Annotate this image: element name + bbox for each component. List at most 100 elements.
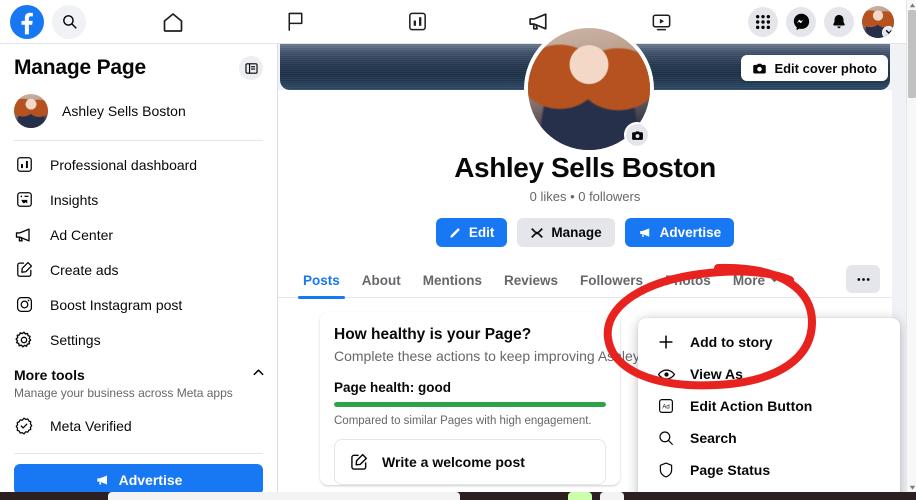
tab-mentions[interactable]: Mentions (412, 263, 493, 298)
menu-item-label: Edit Action Button (690, 398, 813, 414)
menu-item-page-status[interactable]: Page Status (646, 454, 892, 486)
advertise-button-label: Advertise (659, 225, 722, 240)
pencil-square-icon (14, 260, 34, 280)
sidebar-item-label: Professional dashboard (50, 156, 198, 173)
edit-cover-photo-button[interactable]: Edit cover photo (741, 55, 888, 81)
caret-up-icon[interactable] (907, 0, 916, 10)
sidebar-item-settings[interactable]: Settings (12, 322, 265, 357)
tab-photos[interactable]: Photos (654, 263, 722, 298)
edit-button-label: Edit (468, 225, 495, 240)
sidebar-item-label: Settings (50, 331, 101, 348)
home-icon[interactable] (159, 8, 187, 36)
sidebar-item-label: Boost Instagram post (50, 296, 183, 313)
menu-item-view-as[interactable]: View As (646, 358, 892, 390)
page-more-options-button[interactable] (846, 265, 880, 293)
svg-text:Ad: Ad (662, 404, 669, 410)
health-card-title: How healthy is your Page? (334, 326, 532, 343)
sidebar-menu: Professional dashboard Insights Ad Cente… (12, 141, 265, 495)
search-icon[interactable] (52, 4, 86, 39)
page-tabs: Posts About Mentions Reviews Followers P… (278, 263, 892, 299)
edit-cover-photo-label: Edit cover photo (774, 60, 877, 76)
chevron-down-icon[interactable] (882, 25, 894, 38)
chevron-up-icon[interactable] (252, 366, 265, 384)
edit-button[interactable]: Edit (435, 218, 508, 247)
facebook-logo-icon[interactable] (10, 4, 44, 39)
sidebar-item-label: Create ads (50, 261, 119, 278)
sidebar-item-ad-center[interactable]: Ad Center (12, 217, 265, 252)
page-action-buttons: Edit Manage Advertise (278, 218, 892, 247)
gear-icon (14, 330, 34, 350)
caret-down-icon[interactable] (907, 482, 916, 492)
tab-posts[interactable]: Posts (292, 263, 351, 299)
page-options-dropdown-menu: Add to story View As Ad Edit Action Butt… (638, 318, 900, 500)
menu-item-add-to-story[interactable]: Add to story (646, 326, 892, 358)
collapse-panel-icon[interactable] (239, 56, 263, 80)
menu-item-search[interactable]: Search (646, 422, 892, 454)
facebook-page-manage-screen: Manage Page Ashley Sells Boston Professi… (0, 0, 916, 500)
sidebar-advertise-label: Advertise (118, 471, 183, 488)
scrollbar-thumb[interactable] (908, 10, 916, 98)
sidebar-advertise-button[interactable]: Advertise (14, 464, 263, 495)
account-avatar[interactable] (862, 5, 894, 38)
page-stats: 0 likes • 0 followers (529, 189, 641, 204)
more-tools-subtitle: Manage your business across Meta apps (14, 386, 233, 400)
top-navigation-bar (0, 0, 906, 44)
os-taskbar (0, 492, 916, 500)
health-card-subtitle: Complete these actions to keep improving… (334, 348, 668, 364)
shield-icon (656, 460, 676, 480)
search-icon (656, 428, 676, 448)
tab-label: Followers (580, 273, 644, 288)
messenger-icon[interactable] (786, 6, 816, 37)
pencil-icon (449, 226, 462, 239)
instagram-icon (14, 295, 34, 315)
menu-item-edit-action-button[interactable]: Ad Edit Action Button (646, 390, 892, 422)
verified-badge-icon (14, 416, 34, 436)
megaphone-icon (14, 225, 34, 245)
bar-chart-icon[interactable] (403, 8, 431, 36)
sidebar-page-identity[interactable]: Ashley Sells Boston (12, 86, 265, 140)
sidebar-item-meta-verified[interactable]: Meta Verified (12, 408, 265, 443)
manage-button[interactable]: Manage (517, 218, 615, 247)
advertise-button[interactable]: Advertise (624, 218, 735, 247)
vertical-scrollbar[interactable] (906, 0, 916, 500)
menu-item-label: Add to story (690, 334, 773, 350)
tab-about[interactable]: About (351, 263, 412, 298)
manage-button-label: Manage (551, 225, 602, 240)
write-welcome-post-label: Write a welcome post (382, 454, 525, 470)
flag-icon[interactable] (281, 8, 309, 36)
sidebar-more-tools-header[interactable]: More tools (12, 366, 265, 384)
menu-item-label: Page Status (690, 462, 771, 478)
camera-icon (752, 61, 767, 76)
page-display-name: Ashley Sells Boston (454, 152, 716, 183)
sidebar-item-label: Meta Verified (50, 417, 132, 434)
menu-item-label: View As (690, 366, 743, 382)
tab-more[interactable]: More (722, 263, 790, 298)
eye-icon (656, 364, 676, 384)
page-title: Manage Page (14, 56, 147, 79)
tab-label: Photos (665, 273, 711, 288)
sidebar-item-insights[interactable]: Insights (12, 182, 265, 217)
profile-picture-container (524, 24, 654, 154)
sidebar-item-boost-instagram-post[interactable]: Boost Instagram post (12, 287, 265, 322)
sidebar-divider-bottom (14, 453, 263, 454)
taskbar-app-icon[interactable] (568, 492, 592, 500)
health-progress-bar (334, 402, 606, 407)
sidebar-page-name: Ashley Sells Boston (62, 103, 186, 119)
sidebar-item-professional-dashboard[interactable]: Professional dashboard (12, 147, 265, 182)
health-card-note: Compared to similar Pages with high enga… (334, 415, 592, 427)
camera-icon[interactable] (624, 122, 650, 148)
bell-icon[interactable] (824, 6, 854, 37)
health-status-label: Page health: good (334, 380, 452, 395)
taskbar-app-icon-2[interactable] (600, 492, 624, 500)
page-avatar (14, 94, 48, 128)
tab-followers[interactable]: Followers (569, 263, 654, 298)
taskbar-window-chip[interactable] (108, 492, 460, 500)
chevron-down-icon (770, 273, 779, 288)
write-welcome-post-action[interactable]: Write a welcome post (334, 439, 606, 485)
tab-reviews[interactable]: Reviews (493, 263, 569, 298)
more-tools-title: More tools (14, 367, 85, 383)
sidebar-item-create-ads[interactable]: Create ads (12, 252, 265, 287)
tab-label: About (361, 273, 401, 288)
pencil-square-icon (349, 452, 369, 472)
grid-menu-icon[interactable] (748, 6, 778, 37)
